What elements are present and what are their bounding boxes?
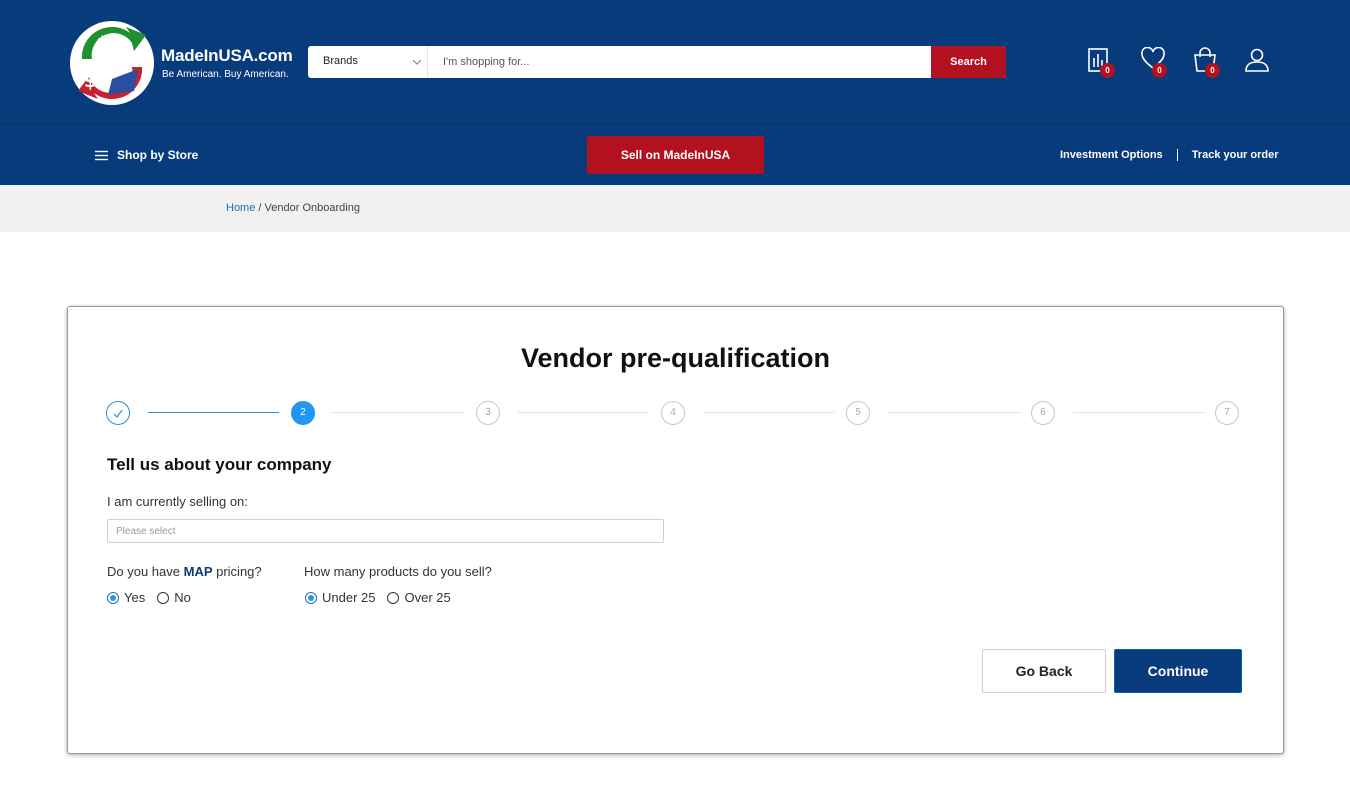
breadcrumb-current: Vendor Onboarding <box>264 202 360 214</box>
map-no-option[interactable]: No <box>157 590 191 605</box>
breadcrumb-home-link[interactable]: Home <box>226 202 255 214</box>
map-yes-option[interactable]: Yes <box>107 590 145 605</box>
search-category-select[interactable]: Brands <box>308 46 428 78</box>
svg-text:$: $ <box>96 33 109 54</box>
map-no-label: No <box>174 590 191 605</box>
step-connector-3 <box>518 412 649 413</box>
step-connector-5 <box>888 412 1020 413</box>
continue-button[interactable]: Continue <box>1114 649 1242 693</box>
user-icon <box>1245 48 1269 72</box>
under-25-radio[interactable] <box>305 591 317 604</box>
go-back-button[interactable]: Go Back <box>982 649 1106 693</box>
step-1-completed <box>106 401 130 425</box>
step-5: 5 <box>846 401 870 425</box>
breadcrumb-bar: Home / Vendor Onboarding <box>0 185 1350 232</box>
selling-on-placeholder: Please select <box>116 526 176 537</box>
map-question-bold: MAP <box>183 564 213 579</box>
selling-on-select[interactable]: Please select <box>107 519 664 543</box>
over-25-radio[interactable] <box>387 591 400 604</box>
checkmark-icon <box>113 409 123 418</box>
wishlist-button[interactable]: 0 <box>1140 47 1168 78</box>
chevron-down-icon <box>412 59 422 65</box>
logo-tagline: Be American. Buy American. <box>162 69 289 80</box>
step-2-active: 2 <box>291 401 315 425</box>
map-question-suffix: pricing? <box>212 564 262 579</box>
search-bar: Brands Search <box>308 46 1006 78</box>
under-25-label: Under 25 <box>322 590 376 605</box>
compare-count-badge: 0 <box>1100 63 1115 78</box>
search-category-label: Brands <box>323 55 358 67</box>
selling-on-label: I am currently selling on: <box>107 494 248 509</box>
map-pricing-options: Yes No <box>107 590 203 605</box>
map-no-radio[interactable] <box>157 591 170 604</box>
shop-by-store-label: Shop by Store <box>117 148 199 162</box>
nav-separator <box>1176 149 1178 161</box>
logo-title: MadeInUSA.com <box>161 46 293 65</box>
section-title: Tell us about your company <box>107 455 332 474</box>
products-count-question: How many products do you sell? <box>304 564 492 579</box>
breadcrumb-separator: / <box>258 202 262 214</box>
site-logo[interactable]: $ $ MadeInUSA.com Be American. Buy Ameri… <box>68 19 298 107</box>
site-header: $ $ MadeInUSA.com Be American. Buy Ameri… <box>0 0 1350 124</box>
map-pricing-question: Do you have MAP pricing? <box>107 564 262 579</box>
logo-emblem-icon: $ $ <box>70 21 154 105</box>
page-title: Vendor pre-qualification <box>520 343 831 373</box>
step-connector-2 <box>332 412 464 413</box>
step-connector-1 <box>148 412 279 413</box>
over-25-label: Over 25 <box>404 590 451 605</box>
track-order-link[interactable]: Track your order <box>1192 149 1279 161</box>
search-input[interactable] <box>429 46 931 78</box>
map-question-prefix: Do you have <box>107 564 184 579</box>
cart-count-badge: 0 <box>1205 63 1220 78</box>
step-6: 6 <box>1031 401 1055 425</box>
main-navbar: Shop by Store Sell on MadeInUSA Investme… <box>0 125 1350 185</box>
cart-button[interactable]: 0 <box>1192 47 1220 78</box>
investment-options-link[interactable]: Investment Options <box>1060 149 1163 161</box>
vendor-form-card: Vendor pre-qualification 2 3 4 5 6 7 Tel… <box>67 306 1284 754</box>
shop-by-store-menu[interactable]: Shop by Store <box>95 148 198 162</box>
svg-text:$: $ <box>84 71 97 92</box>
search-button[interactable]: Search <box>931 46 1006 78</box>
map-yes-radio[interactable] <box>107 591 119 604</box>
wishlist-count-badge: 0 <box>1152 63 1167 78</box>
step-connector-6 <box>1073 412 1204 413</box>
step-3: 3 <box>476 401 500 425</box>
map-yes-label: Yes <box>124 590 146 605</box>
account-button[interactable] <box>1244 47 1272 77</box>
over-25-option[interactable]: Over 25 <box>387 590 451 605</box>
hamburger-menu-icon <box>95 150 108 160</box>
compare-button[interactable]: 0 <box>1087 47 1115 78</box>
step-4: 4 <box>661 401 685 425</box>
step-7: 7 <box>1215 401 1239 425</box>
nav-links: Investment Options Track your order <box>1060 149 1279 161</box>
step-connector-4 <box>704 412 835 413</box>
breadcrumb: Home / Vendor Onboarding <box>226 202 360 214</box>
sell-on-madeinusa-button[interactable]: Sell on MadeInUSA <box>587 136 764 174</box>
under-25-option[interactable]: Under 25 <box>305 590 375 605</box>
products-count-options: Under 25 Over 25 <box>305 590 463 605</box>
